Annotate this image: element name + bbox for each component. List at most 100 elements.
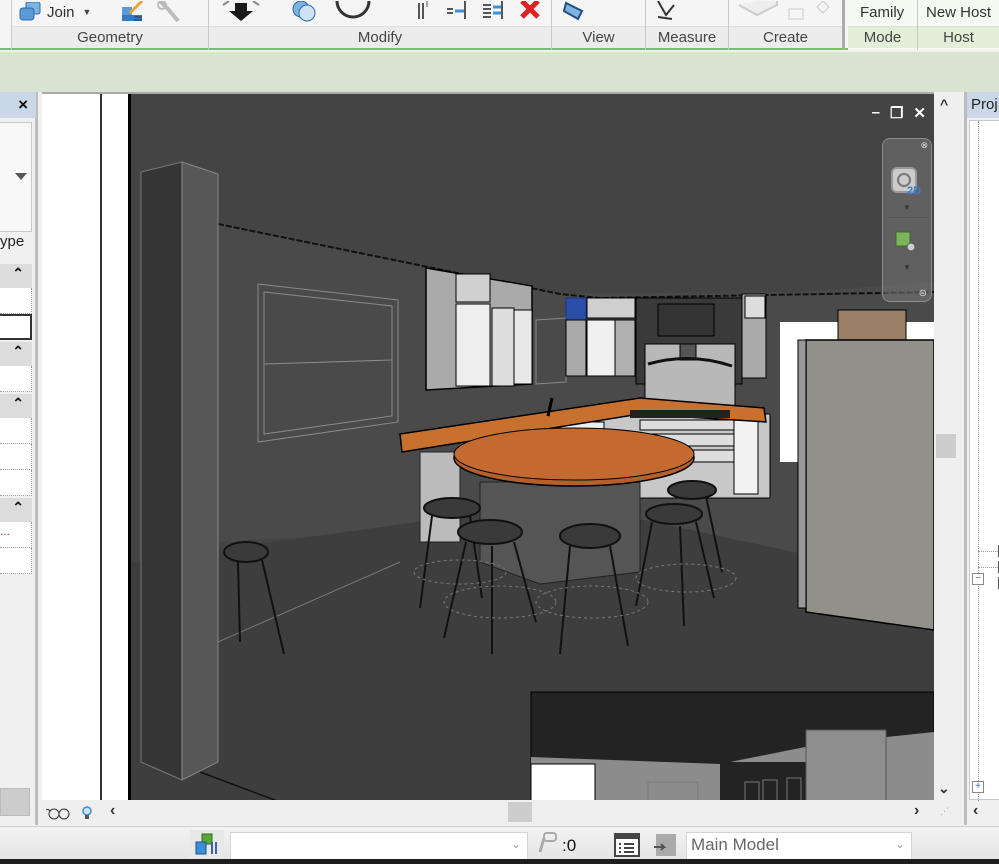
chevron-down-icon[interactable]: ▼ bbox=[903, 263, 911, 272]
property-row-selected[interactable] bbox=[0, 314, 32, 340]
new-host-label: New Host bbox=[926, 3, 992, 21]
scroll-left-button[interactable]: ‹ bbox=[110, 802, 115, 820]
minimize-view-button[interactable]: – bbox=[872, 104, 880, 122]
taskbar-edge bbox=[0, 859, 999, 864]
split-button[interactable] bbox=[481, 0, 505, 24]
expand-node-button[interactable]: + bbox=[972, 781, 984, 793]
tree-line bbox=[978, 121, 979, 801]
view-control-bar: ‹ › ⋰ bbox=[42, 800, 960, 825]
column bbox=[140, 161, 183, 781]
split-icon bbox=[483, 1, 503, 19]
create-group-button[interactable] bbox=[737, 0, 833, 24]
restore-view-button[interactable]: ❐ bbox=[890, 104, 903, 122]
active-workset-dropdown[interactable]: Main Model ⌄ bbox=[686, 832, 912, 860]
paint-button[interactable] bbox=[156, 0, 182, 24]
vertical-scroll-thumb[interactable] bbox=[936, 434, 956, 458]
steering-wheel-2d-label: 2D bbox=[907, 185, 922, 197]
close-navbar-button[interactable]: ⊗ bbox=[920, 140, 928, 151]
project-browser-tree[interactable]: − + bbox=[969, 120, 999, 801]
cooktop bbox=[630, 410, 730, 418]
delete-button[interactable] bbox=[519, 0, 541, 24]
ribbon-panel-geometry: Join ▼ Geometry bbox=[12, 0, 209, 50]
property-row[interactable] bbox=[0, 444, 32, 470]
align-icon bbox=[418, 1, 428, 19]
active-workset-button[interactable] bbox=[652, 833, 678, 860]
worksets-icon bbox=[195, 833, 217, 855]
view-cube-icon bbox=[562, 1, 584, 21]
trim-icon bbox=[447, 1, 466, 19]
property-row[interactable] bbox=[0, 288, 32, 314]
panel-label-modify: Modify bbox=[209, 26, 551, 48]
collapse-icon: ⌃ bbox=[12, 265, 24, 281]
visual-style-icon[interactable] bbox=[46, 806, 70, 820]
delete-icon bbox=[520, 1, 540, 19]
panel-label-geometry: Geometry bbox=[12, 26, 208, 48]
edit-family-button[interactable]: Family bbox=[860, 0, 904, 24]
wall-joins-button[interactable] bbox=[120, 0, 146, 24]
refrigerator bbox=[805, 339, 934, 631]
project-browser: Proj − + ‹ bbox=[964, 92, 999, 825]
measure-icon bbox=[657, 1, 675, 20]
pick-new-host-button[interactable]: New Host bbox=[926, 0, 991, 24]
join-button[interactable]: Join ▼ bbox=[18, 0, 91, 24]
move-icon bbox=[222, 1, 260, 21]
project-browser-title: Proj bbox=[967, 92, 999, 118]
join-label: Join bbox=[47, 3, 75, 21]
panel-label-view: View bbox=[552, 26, 645, 48]
property-row[interactable] bbox=[0, 470, 32, 496]
trim-button[interactable] bbox=[445, 0, 469, 24]
property-group-header[interactable]: ⌃ bbox=[0, 394, 32, 418]
close-view-button[interactable]: ✕ bbox=[913, 104, 926, 122]
selected-element bbox=[565, 297, 587, 321]
horizontal-scroll-thumb[interactable] bbox=[508, 802, 532, 822]
join-dropdown-icon[interactable]: ▼ bbox=[83, 7, 92, 17]
zoom-region-button[interactable] bbox=[895, 231, 917, 256]
wall-joins-icon bbox=[122, 1, 144, 21]
navbar-options-icon[interactable]: ⊜ bbox=[919, 288, 927, 299]
vertical-scrollbar[interactable]: ^ ⌄ bbox=[934, 92, 960, 800]
chevron-down-icon[interactable]: ▼ bbox=[903, 203, 911, 212]
workset-properties-button[interactable] bbox=[614, 833, 640, 860]
options-bar bbox=[0, 52, 999, 92]
collapse-icon: ⌃ bbox=[12, 499, 24, 515]
scroll-up-button[interactable]: ^ bbox=[940, 96, 948, 112]
worksets-button[interactable] bbox=[190, 830, 224, 860]
design-option-dropdown[interactable]: ⌄ bbox=[230, 832, 528, 860]
close-properties-button[interactable]: × bbox=[18, 95, 28, 115]
scroll-right-button[interactable]: › bbox=[914, 802, 919, 820]
measure-button[interactable] bbox=[654, 0, 680, 24]
list-icon bbox=[614, 833, 640, 857]
selection-count: :0 bbox=[562, 836, 577, 855]
editable-only-button[interactable]: :0 bbox=[534, 830, 590, 860]
scroll-down-button[interactable]: ⌄ bbox=[938, 780, 950, 797]
type-selector[interactable] bbox=[0, 122, 32, 232]
chevron-down-icon: ⌄ bbox=[894, 837, 905, 851]
status-bar: ⌄ :0 Main Model ⌄ bbox=[0, 826, 999, 864]
edit-type-label[interactable]: ype bbox=[0, 233, 24, 250]
property-group-header[interactable]: ⌃ bbox=[0, 264, 32, 288]
align-button[interactable] bbox=[415, 0, 435, 24]
ribbon-panel-modify: Modify bbox=[209, 0, 552, 50]
property-row[interactable]: ... bbox=[0, 522, 32, 548]
property-group-header[interactable]: ⌃ bbox=[0, 342, 32, 366]
create-group-icon bbox=[738, 1, 830, 20]
sheet-border-line bbox=[100, 94, 102, 802]
zoom-region-icon bbox=[895, 231, 916, 252]
move-button[interactable] bbox=[221, 0, 261, 24]
browser-scroll-left-button[interactable]: ‹ bbox=[973, 802, 978, 820]
property-row[interactable] bbox=[0, 418, 32, 444]
rotate-button[interactable] bbox=[333, 0, 373, 24]
apply-button[interactable] bbox=[0, 788, 30, 816]
collapse-node-button[interactable]: − bbox=[972, 573, 984, 585]
tree-line bbox=[978, 567, 998, 568]
3d-view-canvas[interactable]: – ❐ ✕ bbox=[131, 92, 934, 800]
sun-path-icon[interactable] bbox=[82, 806, 92, 820]
resize-grip-icon[interactable]: ⋰ bbox=[940, 806, 949, 817]
property-row[interactable] bbox=[0, 366, 32, 392]
view-tool-button[interactable] bbox=[562, 0, 588, 24]
copy-button[interactable] bbox=[291, 0, 319, 24]
property-group-header[interactable]: ⌃ bbox=[0, 498, 32, 522]
family-label: Family bbox=[860, 3, 905, 21]
properties-panel: × ype ⌃ ⌃ ⌃ ⌃ ... bbox=[0, 92, 38, 825]
property-row[interactable] bbox=[0, 548, 32, 574]
